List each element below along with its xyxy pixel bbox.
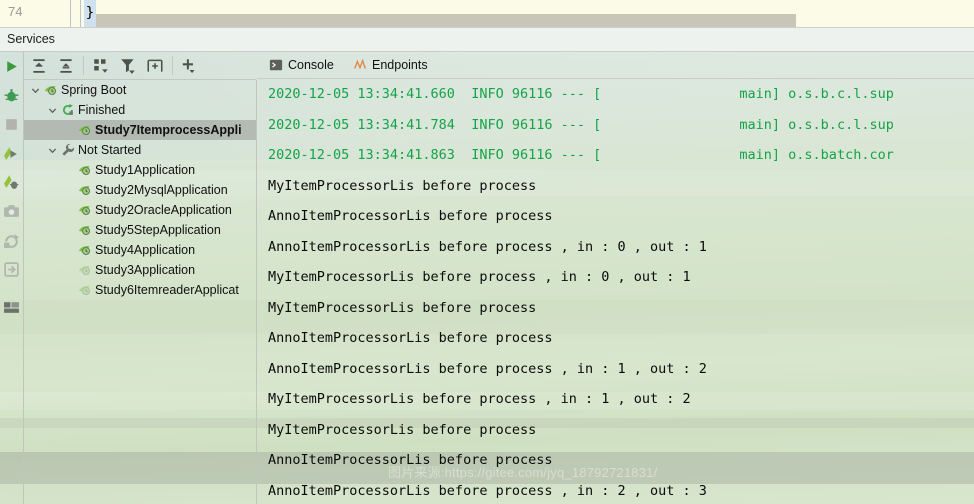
console-line: 2020-12-05 13:34:41.660 INFO 96116 --- […	[268, 86, 894, 102]
spring-boot-icon	[78, 243, 92, 257]
endpoints-icon	[353, 58, 367, 72]
collapse-all-icon[interactable]	[57, 57, 75, 75]
tab-console-label: Console	[288, 58, 334, 72]
toolbar-separator	[172, 56, 173, 75]
console-icon	[269, 58, 283, 72]
camera-icon[interactable]	[3, 203, 20, 220]
tree-row[interactable]: Study2MysqlApplication	[24, 180, 256, 200]
tree-chevron-placeholder	[62, 200, 76, 220]
tree-chevron-placeholder	[62, 120, 76, 140]
debug-icon[interactable]	[3, 87, 20, 104]
rerun-icon[interactable]	[3, 145, 20, 162]
editor-code-text: }	[84, 0, 96, 28]
chevron-down-icon[interactable]	[45, 100, 59, 120]
tree-row-label: Study4Application	[95, 243, 196, 257]
run-icon[interactable]	[3, 58, 20, 75]
console-line: MyItemProcessorLis before process	[268, 421, 537, 438]
services-tree-toolbar	[24, 51, 256, 80]
group-by-icon[interactable]	[92, 57, 110, 75]
tree-row-label: Study5StepApplication	[95, 223, 221, 237]
tree-chevron-placeholder	[62, 260, 76, 280]
tree-row-label: Study2MysqlApplication	[95, 183, 228, 197]
tree-row-label: Study3Application	[95, 263, 196, 277]
spring-boot-icon-faded	[78, 283, 92, 297]
tree-chevron-placeholder	[62, 160, 76, 180]
tree-row-label: Study2OracleApplication	[95, 203, 232, 217]
tree-row-label: Not Started	[78, 143, 142, 157]
attach-icon[interactable]	[3, 261, 20, 278]
chevron-down-icon[interactable]	[28, 80, 42, 100]
editor-strip[interactable]: 74 }	[0, 0, 974, 28]
tree-row-label: Study7ItemprocessAppli	[95, 123, 242, 137]
tree-row[interactable]: Study1Application	[24, 160, 256, 180]
tree-row-label: Study1Application	[95, 163, 196, 177]
console-line: MyItemProcessorLis before process , in :…	[268, 269, 691, 285]
editor-guide-line	[70, 0, 71, 28]
tool-window-title: Services	[7, 32, 55, 46]
restart-icon[interactable]	[3, 232, 20, 249]
add-icon[interactable]	[180, 57, 198, 75]
spring-boot-icon	[78, 183, 92, 197]
stop-icon[interactable]	[3, 116, 20, 133]
tree-row[interactable]: Not Started	[24, 140, 256, 160]
console-line: AnnoItemProcessorLis before process	[268, 330, 553, 346]
services-tree[interactable]: Spring Boot Finished Study7ItemprocessAppl…	[24, 80, 257, 504]
tree-row[interactable]: Study5StepApplication	[24, 220, 256, 240]
console-line: 2020-12-05 13:34:41.784 INFO 96116 --- […	[268, 116, 894, 133]
expand-all-icon[interactable]	[30, 57, 48, 75]
tree-chevron-placeholder	[62, 180, 76, 200]
add-tab-icon[interactable]	[146, 57, 164, 75]
tree-chevron-placeholder	[62, 280, 76, 300]
tree-row[interactable]: Finished	[24, 100, 256, 120]
console-line: AnnoItemProcessorLis before process , in…	[268, 360, 707, 377]
tree-row[interactable]: Study6ItemreaderApplicat	[24, 280, 256, 300]
layout-icon[interactable]	[3, 299, 20, 316]
spring-boot-icon	[78, 203, 92, 217]
source-watermark: 图片来源:https://gitee.com/jyq_18792721831/	[388, 465, 658, 480]
console-output[interactable]: 2020-12-05 13:34:41.660 INFO 96116 --- […	[257, 79, 974, 504]
wrench-icon	[61, 143, 75, 157]
console-tab-bar: Console Endpoints	[257, 51, 974, 79]
editor-line-number: 74	[8, 4, 23, 19]
console-line: AnnoItemProcessorLis before process	[268, 208, 553, 224]
tree-row[interactable]: Study2OracleApplication	[24, 200, 256, 220]
spring-boot-icon-faded	[78, 263, 92, 277]
tree-row-label: Study6ItemreaderApplicat	[95, 283, 239, 297]
console-panel: Console Endpoints 2020-12-05 13:34:41.66…	[257, 51, 974, 504]
rerun-debug-icon[interactable]	[3, 174, 20, 191]
tree-row[interactable]: Study3Application	[24, 260, 256, 280]
chevron-down-icon[interactable]	[45, 140, 59, 160]
console-line: AnnoItemProcessorLis before process , in…	[268, 238, 707, 255]
tab-console[interactable]: Console	[269, 55, 334, 75]
tree-chevron-placeholder	[62, 240, 76, 260]
console-line: 2020-12-05 13:34:41.863 INFO 96116 --- […	[268, 147, 894, 163]
console-line: MyItemProcessorLis before process	[268, 177, 537, 194]
tab-endpoints-label: Endpoints	[372, 58, 428, 72]
toolbar-separator	[83, 56, 84, 75]
filter-icon[interactable]	[119, 57, 137, 75]
tree-row[interactable]: Spring Boot	[24, 80, 256, 100]
console-line: MyItemProcessorLis before process	[268, 299, 537, 316]
editor-overlay-bar	[96, 14, 796, 28]
tree-row[interactable]: Study4Application	[24, 240, 256, 260]
spring-boot-icon	[44, 83, 58, 97]
console-line: MyItemProcessorLis before process , in :…	[268, 391, 691, 407]
finished-icon	[61, 103, 75, 117]
spring-boot-icon	[78, 223, 92, 237]
spring-boot-icon	[78, 163, 92, 177]
editor-guide-line	[80, 0, 81, 28]
tree-chevron-placeholder	[62, 220, 76, 240]
spring-boot-icon	[78, 123, 92, 137]
services-tool-window-header[interactable]: Services	[0, 28, 974, 52]
left-action-bar	[0, 51, 24, 504]
tree-row-label: Finished	[78, 103, 126, 117]
tree-row-label: Spring Boot	[61, 83, 127, 97]
tab-endpoints[interactable]: Endpoints	[353, 55, 428, 75]
tree-row[interactable]: Study7ItemprocessAppli	[24, 120, 256, 140]
